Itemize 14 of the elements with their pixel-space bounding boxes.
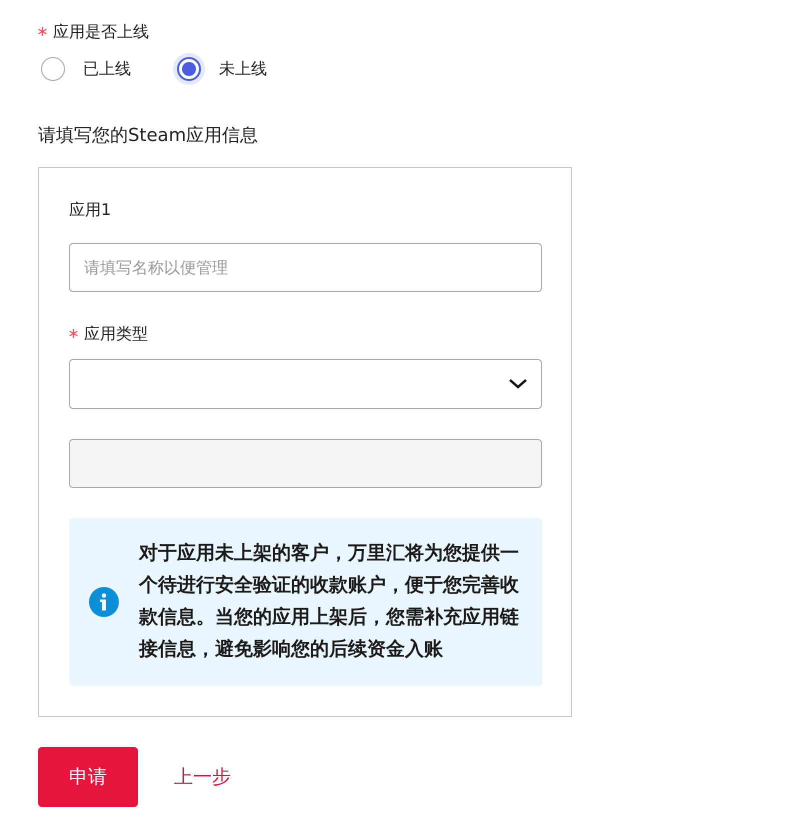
radio-option[interactable]: 未上线 <box>177 57 267 81</box>
type-dropdown[interactable] <box>69 359 542 409</box>
back-link[interactable]: 上一步 <box>174 764 231 790</box>
info-icon <box>89 587 119 617</box>
card-title: 应用1 <box>69 200 112 221</box>
apply-button[interactable]: 申请 <box>38 747 138 807</box>
field-label: 应用类型 <box>84 324 148 345</box>
notice-text: 对于应用未上架的客户，万里汇将为您提供一个待进行安全验证的收款账户，便于您完善收款信息。当您的应用上架后，您需补充应用链接信息，避免影响您的后续资金入账 <box>138 542 520 662</box>
chevron-down-icon <box>509 379 527 389</box>
radio-circle[interactable] <box>41 57 65 81</box>
name-input-field[interactable]: 请填写名称以便管理 <box>69 243 542 292</box>
radio-option[interactable]: 已上线 <box>41 57 131 81</box>
section-heading: 请填写您的Steam应用信息 <box>38 124 260 147</box>
field-label: 应用是否上线 <box>53 22 149 43</box>
